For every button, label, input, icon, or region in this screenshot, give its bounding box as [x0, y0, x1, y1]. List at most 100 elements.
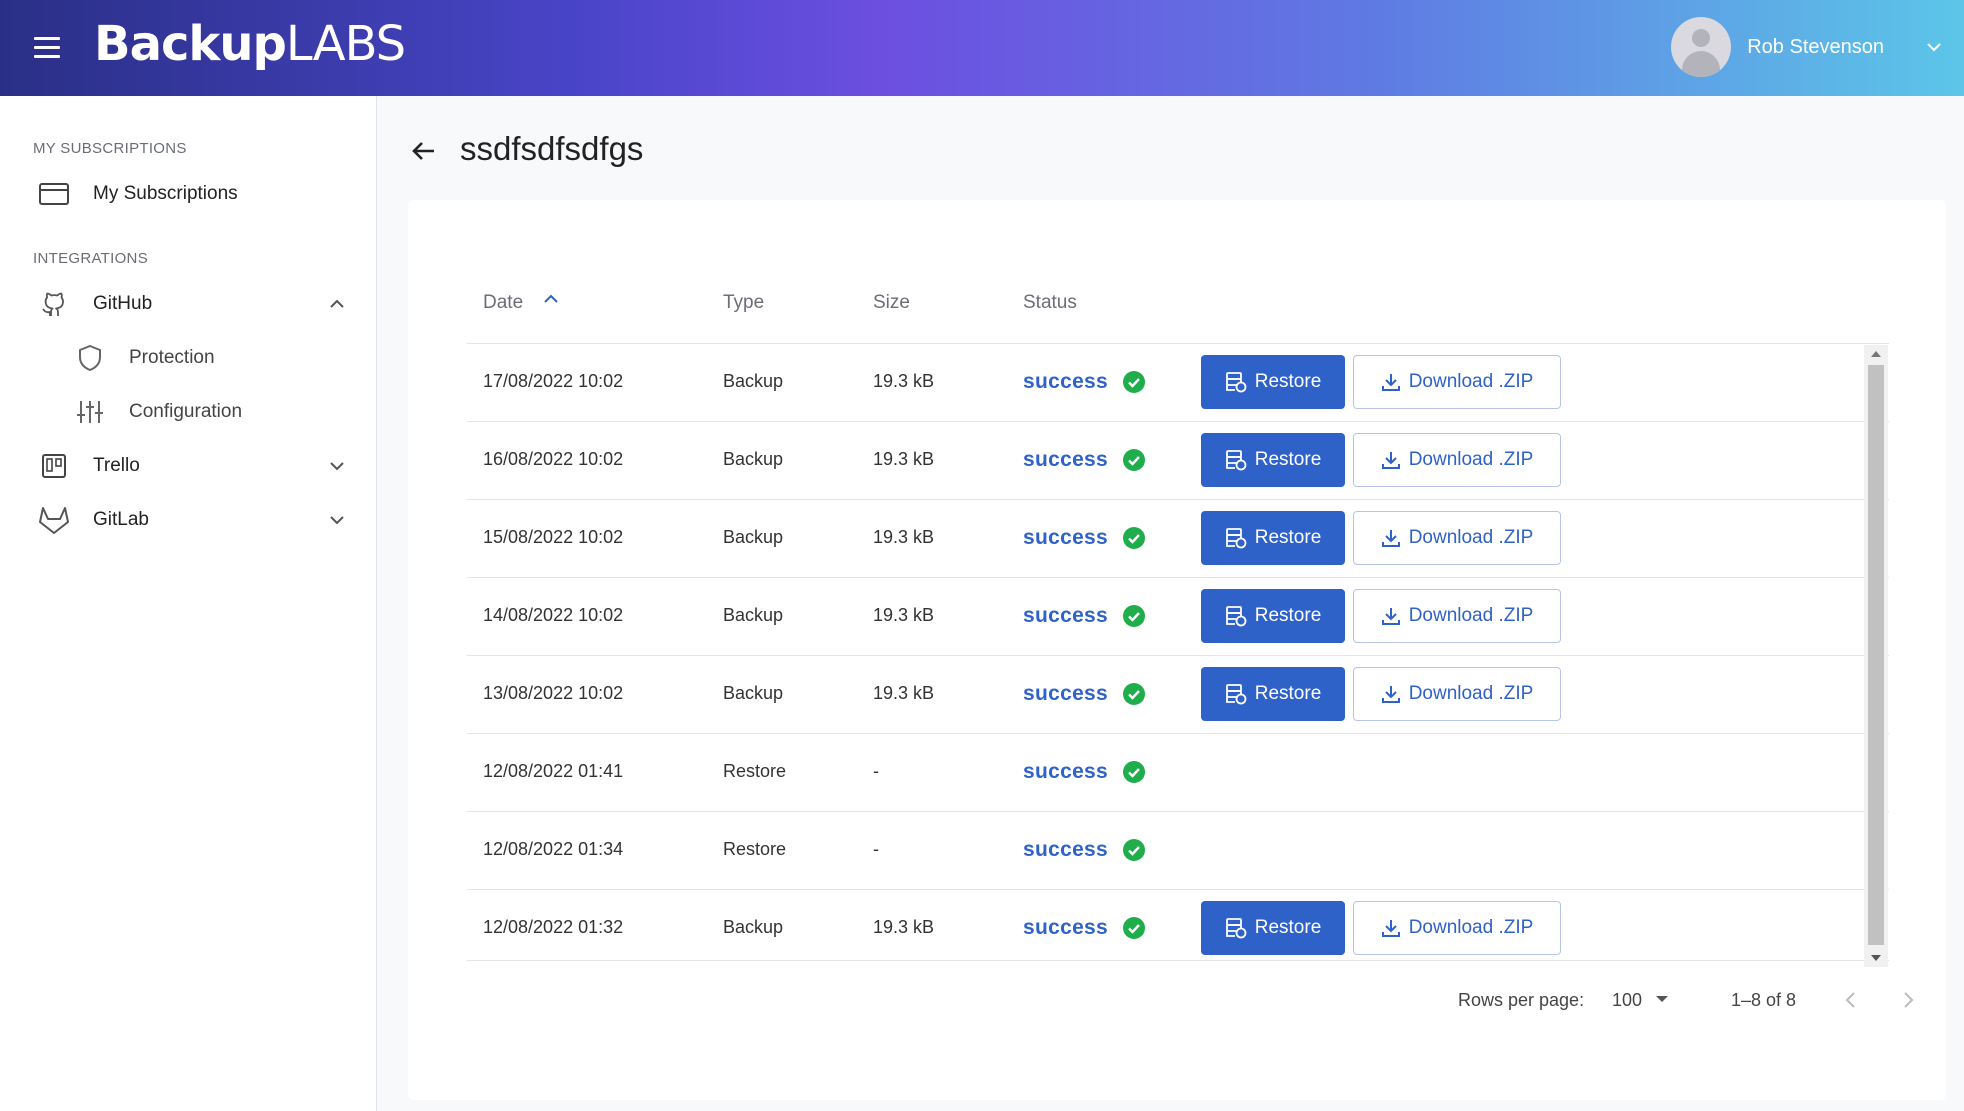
app-logo[interactable]: BackupLABS [94, 16, 406, 72]
check-circle-icon [1123, 371, 1146, 393]
download-zip-button[interactable]: Download .ZIP [1353, 433, 1561, 487]
github-icon [38, 288, 70, 320]
scroll-down-icon[interactable] [1870, 953, 1882, 963]
backups-card: Date Type Size Status 17/08/2022 10:02 Ba… [408, 200, 1946, 1100]
check-circle-icon [1123, 527, 1146, 549]
logo-backup: Backup [94, 16, 287, 72]
cell-size: 19.3 kB [873, 449, 935, 469]
restore-label: Restore [1254, 449, 1322, 470]
column-header-date[interactable]: Date [483, 292, 523, 314]
download-zip-button[interactable]: Download .ZIP [1353, 667, 1561, 721]
database-restore-icon [1225, 372, 1247, 393]
user-name: Rob Stevenson [1747, 35, 1884, 58]
table-scrollbar[interactable] [1864, 345, 1888, 967]
download-zip-button[interactable]: Download .ZIP [1353, 901, 1561, 955]
sidebar-item-label: GitHub [93, 293, 153, 314]
status-badge: success [1023, 682, 1146, 706]
table-body: 17/08/2022 10:02 Backup 19.3 kB success Rest… [467, 344, 1889, 961]
chevron-down-icon[interactable] [1924, 37, 1944, 57]
check-circle-icon [1123, 839, 1146, 861]
chevron-up-icon[interactable] [326, 293, 348, 315]
status-text: success [1023, 448, 1109, 471]
sidebar-item-label: GitLab [93, 509, 149, 530]
restore-button[interactable]: Restore [1201, 511, 1345, 565]
status-text: success [1023, 370, 1109, 393]
restore-button[interactable]: Restore [1201, 667, 1345, 721]
column-header-size: Size [873, 292, 910, 313]
avatar[interactable] [1671, 17, 1732, 77]
cell-type: Backup [723, 605, 784, 625]
shield-icon [74, 342, 106, 374]
cell-date: 15/08/2022 10:02 [483, 527, 624, 547]
restore-button[interactable]: Restore [1201, 901, 1345, 955]
chevron-left-icon[interactable] [1840, 988, 1862, 1012]
sidebar: MY SUBSCRIPTIONS My Subscriptions INTEGR… [0, 96, 377, 1111]
check-circle-icon [1123, 683, 1146, 705]
chevron-down-icon[interactable] [326, 455, 348, 477]
table-row: 16/08/2022 10:02 Backup 19.3 kB success Rest… [467, 422, 1889, 500]
sidebar-item-label: Protection [129, 347, 215, 368]
sidebar-item-gitlab[interactable]: GitLab [0, 496, 377, 544]
download-zip-button[interactable]: Download .ZIP [1353, 355, 1561, 409]
chevron-down-icon[interactable] [326, 509, 348, 531]
user-menu[interactable]: Rob Stevenson [1671, 16, 1944, 78]
sort-ascending-icon[interactable] [540, 288, 562, 310]
chevron-right-icon[interactable] [1897, 988, 1919, 1012]
download-label: Download .ZIP [1408, 917, 1534, 938]
download-zip-button[interactable]: Download .ZIP [1353, 589, 1561, 643]
cell-size: 19.3 kB [873, 917, 935, 937]
caret-down-icon[interactable] [1655, 994, 1669, 1004]
cell-size: - [873, 839, 879, 859]
cell-size: 19.3 kB [873, 683, 935, 703]
cell-size: 19.3 kB [873, 371, 935, 391]
database-restore-icon [1225, 918, 1247, 939]
database-restore-icon [1225, 684, 1247, 705]
database-restore-icon [1225, 606, 1247, 627]
sidebar-item-configuration[interactable]: Configuration [0, 388, 377, 436]
table-header: Date Type Size Status [467, 278, 1889, 344]
cell-date: 14/08/2022 10:02 [483, 605, 624, 625]
cell-size: - [873, 761, 879, 781]
status-badge: success [1023, 760, 1146, 784]
restore-button[interactable]: Restore [1201, 433, 1345, 487]
sidebar-item-my-subscriptions[interactable]: My Subscriptions [0, 170, 377, 218]
download-icon [1381, 920, 1400, 937]
section-title-integrations: INTEGRATIONS [33, 250, 148, 267]
status-badge: success [1023, 448, 1146, 472]
rows-per-page-select[interactable]: 100 [1612, 990, 1642, 1011]
cell-type: Backup [723, 449, 784, 469]
table-row: 12/08/2022 01:32 Backup 19.3 kB success Rest… [467, 890, 1889, 961]
sidebar-item-trello[interactable]: Trello [0, 442, 377, 490]
restore-button[interactable]: Restore [1201, 589, 1345, 643]
cell-date: 12/08/2022 01:41 [483, 761, 624, 781]
rows-per-page-label: Rows per page: [1458, 990, 1585, 1010]
restore-label: Restore [1254, 605, 1322, 626]
restore-label: Restore [1254, 683, 1322, 704]
check-circle-icon [1123, 761, 1146, 783]
cell-date: 16/08/2022 10:02 [483, 449, 624, 469]
column-header-status: Status [1023, 292, 1077, 313]
download-icon [1381, 608, 1400, 625]
database-restore-icon [1225, 528, 1247, 549]
scrollbar-thumb[interactable] [1868, 365, 1884, 945]
sidebar-item-protection[interactable]: Protection [0, 334, 377, 382]
status-text: success [1023, 682, 1109, 705]
table-row: 13/08/2022 10:02 Backup 19.3 kB success Rest… [467, 656, 1889, 734]
back-arrow-icon[interactable] [408, 136, 438, 166]
restore-button[interactable]: Restore [1201, 355, 1345, 409]
table-row: 12/08/2022 01:41 Restore - success [467, 734, 1889, 812]
logo-labs: LABS [285, 16, 406, 72]
status-text: success [1023, 916, 1109, 939]
cell-type: Backup [723, 527, 784, 547]
cell-type: Restore [723, 839, 787, 859]
credit-card-icon [38, 178, 70, 210]
hamburger-menu-icon[interactable] [34, 32, 64, 62]
status-text: success [1023, 760, 1109, 783]
download-icon [1381, 686, 1400, 703]
download-label: Download .ZIP [1408, 371, 1534, 392]
table-row: 14/08/2022 10:02 Backup 19.3 kB success Rest… [467, 578, 1889, 656]
download-zip-button[interactable]: Download .ZIP [1353, 511, 1561, 565]
status-badge: success [1023, 370, 1146, 394]
sidebar-item-github[interactable]: GitHub [0, 280, 377, 328]
scroll-up-icon[interactable] [1870, 349, 1882, 359]
